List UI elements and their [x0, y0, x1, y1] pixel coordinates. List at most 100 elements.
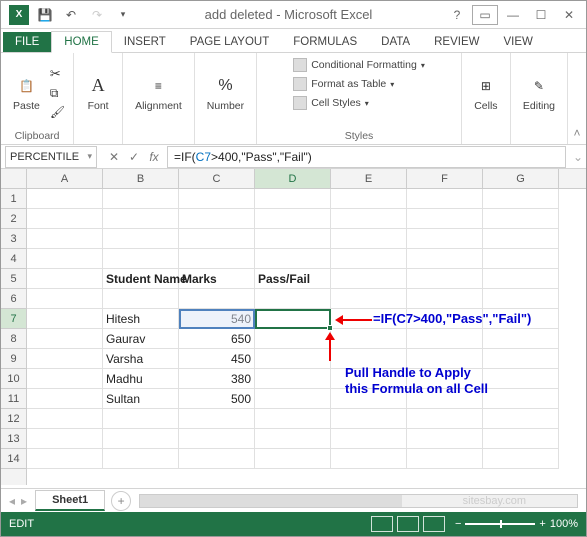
cell-C8[interactable]: 650 [179, 329, 255, 349]
cell-F6[interactable] [407, 289, 483, 309]
format-painter-icon[interactable]: 🖌 [50, 105, 65, 119]
cell-E4[interactable] [331, 249, 407, 269]
cell-A11[interactable] [27, 389, 103, 409]
cell-F14[interactable] [407, 449, 483, 469]
cell-G11[interactable] [483, 389, 559, 409]
row-header-9[interactable]: 9 [1, 349, 26, 369]
cell-E10[interactable] [331, 369, 407, 389]
col-header-D[interactable]: D [255, 169, 331, 188]
cell-E9[interactable] [331, 349, 407, 369]
cell-E3[interactable] [331, 229, 407, 249]
cell-F5[interactable] [407, 269, 483, 289]
save-icon[interactable]: 💾 [35, 5, 55, 25]
excel-icon[interactable]: X [9, 5, 29, 25]
cell-F13[interactable] [407, 429, 483, 449]
cell-B6[interactable] [103, 289, 179, 309]
cell-B11[interactable]: Sultan [103, 389, 179, 409]
editing-button[interactable]: ✎ Editing [519, 72, 559, 114]
cell-D5[interactable]: Pass/Fail [255, 269, 331, 289]
cell-C12[interactable] [179, 409, 255, 429]
cell-B14[interactable] [103, 449, 179, 469]
cell-C1[interactable] [179, 189, 255, 209]
cell-E8[interactable] [331, 329, 407, 349]
horizontal-scrollbar[interactable] [139, 494, 578, 508]
cell-D14[interactable] [255, 449, 331, 469]
maximize-button[interactable]: ☐ [528, 5, 554, 25]
row-header-11[interactable]: 11 [1, 389, 26, 409]
cell-C10[interactable]: 380 [179, 369, 255, 389]
row-header-6[interactable]: 6 [1, 289, 26, 309]
cell-D6[interactable] [255, 289, 331, 309]
cell-C2[interactable] [179, 209, 255, 229]
cell-G1[interactable] [483, 189, 559, 209]
row-header-1[interactable]: 1 [1, 189, 26, 209]
cell-D4[interactable] [255, 249, 331, 269]
cell-A12[interactable] [27, 409, 103, 429]
row-header-13[interactable]: 13 [1, 429, 26, 449]
cell-A14[interactable] [27, 449, 103, 469]
cell-A4[interactable] [27, 249, 103, 269]
pagelayout-view-button[interactable] [397, 516, 419, 532]
cell-E14[interactable] [331, 449, 407, 469]
tab-insert[interactable]: INSERT [112, 32, 178, 52]
cell-B3[interactable] [103, 229, 179, 249]
col-header-E[interactable]: E [331, 169, 407, 188]
row-header-14[interactable]: 14 [1, 449, 26, 469]
col-header-F[interactable]: F [407, 169, 483, 188]
tab-home[interactable]: HOME [51, 31, 112, 53]
zoom-in-icon[interactable]: + [539, 518, 545, 530]
qat-dropdown-icon[interactable]: ▾ [113, 5, 133, 25]
row-header-2[interactable]: 2 [1, 209, 26, 229]
cell-A3[interactable] [27, 229, 103, 249]
col-header-A[interactable]: A [27, 169, 103, 188]
cell-E2[interactable] [331, 209, 407, 229]
cell-C13[interactable] [179, 429, 255, 449]
cell-B4[interactable] [103, 249, 179, 269]
undo-icon[interactable]: ↶ [61, 5, 81, 25]
cell-E11[interactable] [331, 389, 407, 409]
fx-icon[interactable]: fx [145, 150, 163, 164]
cell-area[interactable]: Student NameMarksPass/FailHitesh540=IF(C… [27, 189, 586, 485]
row-header-10[interactable]: 10 [1, 369, 26, 389]
cell-G13[interactable] [483, 429, 559, 449]
cell-B8[interactable]: Gaurav [103, 329, 179, 349]
cell-D12[interactable] [255, 409, 331, 429]
cell-G14[interactable] [483, 449, 559, 469]
namebox-dropdown-icon[interactable]: ▾ [87, 151, 92, 162]
row-header-5[interactable]: 5 [1, 269, 26, 289]
zoom-out-icon[interactable]: − [455, 518, 461, 530]
cell-styles-button[interactable]: Cell Styles▾ [291, 95, 371, 111]
cell-C6[interactable] [179, 289, 255, 309]
worksheet-grid[interactable]: ABCDEFG 1234567891011121314 Student Name… [1, 169, 586, 485]
cell-D8[interactable] [255, 329, 331, 349]
zoom-slider[interactable] [465, 523, 535, 525]
redo-icon[interactable]: ↷ [87, 5, 107, 25]
cell-F3[interactable] [407, 229, 483, 249]
sheet-tab-sheet1[interactable]: Sheet1 [35, 490, 105, 511]
cell-F10[interactable] [407, 369, 483, 389]
cell-F8[interactable] [407, 329, 483, 349]
formula-input[interactable]: =IF(C7>400,"Pass","Fail") [167, 146, 566, 168]
close-button[interactable]: ✕ [556, 5, 582, 25]
number-button[interactable]: % Number [203, 72, 248, 114]
expand-formula-bar-icon[interactable]: ⌄ [570, 150, 586, 164]
cell-G9[interactable] [483, 349, 559, 369]
cell-F1[interactable] [407, 189, 483, 209]
paste-button[interactable]: 📋 Paste [9, 72, 44, 114]
cell-D2[interactable] [255, 209, 331, 229]
tab-formulas[interactable]: FORMULAS [281, 32, 369, 52]
cell-G5[interactable] [483, 269, 559, 289]
cell-D10[interactable] [255, 369, 331, 389]
row-header-4[interactable]: 4 [1, 249, 26, 269]
cell-F7[interactable] [407, 309, 483, 329]
tab-file[interactable]: FILE [3, 32, 51, 52]
cell-G10[interactable] [483, 369, 559, 389]
cut-icon[interactable]: ✂ [50, 66, 65, 82]
cell-C9[interactable]: 450 [179, 349, 255, 369]
cell-A6[interactable] [27, 289, 103, 309]
copy-icon[interactable]: ⧉ [50, 86, 65, 101]
cell-C5[interactable]: Marks [179, 269, 255, 289]
cell-F4[interactable] [407, 249, 483, 269]
cell-F9[interactable] [407, 349, 483, 369]
cell-E5[interactable] [331, 269, 407, 289]
